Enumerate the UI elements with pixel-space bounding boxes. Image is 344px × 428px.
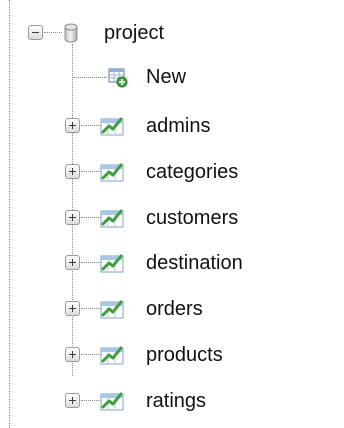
database-icon (64, 23, 78, 43)
table-name[interactable]: orders (146, 292, 203, 326)
table-view-icon (100, 254, 124, 273)
tree-connector (81, 354, 101, 355)
table-row-orders[interactable]: orders (0, 292, 344, 326)
table-name[interactable]: ratings (146, 384, 206, 418)
table-view-icon (100, 163, 124, 182)
tree-connector (81, 171, 101, 172)
table-row-products[interactable]: products (0, 338, 344, 372)
table-view-icon (100, 392, 124, 411)
table-name[interactable]: categories (146, 155, 238, 189)
table-row-ratings[interactable]: ratings (0, 384, 344, 418)
navigation-tree: project New admins categories customers des… (0, 0, 344, 428)
tree-connector (81, 125, 101, 126)
table-row-destination[interactable]: destination (0, 246, 344, 280)
expand-plus-icon[interactable] (65, 393, 80, 408)
expand-plus-icon[interactable] (65, 118, 80, 133)
tree-connector (81, 400, 101, 401)
new-item-label[interactable]: New (146, 60, 186, 94)
tree-item-new[interactable]: New (0, 60, 344, 94)
expand-plus-icon[interactable] (65, 301, 80, 316)
tree-connector (81, 262, 101, 263)
table-name[interactable]: customers (146, 201, 238, 235)
expand-plus-icon[interactable] (65, 347, 80, 362)
new-table-icon (108, 68, 128, 88)
table-row-customers[interactable]: customers (0, 201, 344, 235)
expand-plus-icon[interactable] (65, 164, 80, 179)
tree-connector (73, 77, 107, 78)
table-view-icon (100, 209, 124, 228)
tree-connector (44, 32, 62, 33)
tree-connector (81, 217, 101, 218)
collapse-minus-icon[interactable] (28, 25, 43, 40)
tree-connector (81, 308, 101, 309)
table-name[interactable]: admins (146, 109, 210, 143)
table-row-admins[interactable]: admins (0, 109, 344, 143)
expand-plus-icon[interactable] (65, 255, 80, 270)
table-view-icon (100, 300, 124, 319)
database-row[interactable]: project (0, 16, 344, 50)
table-row-categories[interactable]: categories (0, 155, 344, 189)
table-name[interactable]: destination (146, 246, 243, 280)
expand-plus-icon[interactable] (65, 210, 80, 225)
database-name[interactable]: project (104, 16, 164, 50)
table-view-icon (100, 346, 124, 365)
table-name[interactable]: products (146, 338, 223, 372)
table-view-icon (100, 117, 124, 136)
